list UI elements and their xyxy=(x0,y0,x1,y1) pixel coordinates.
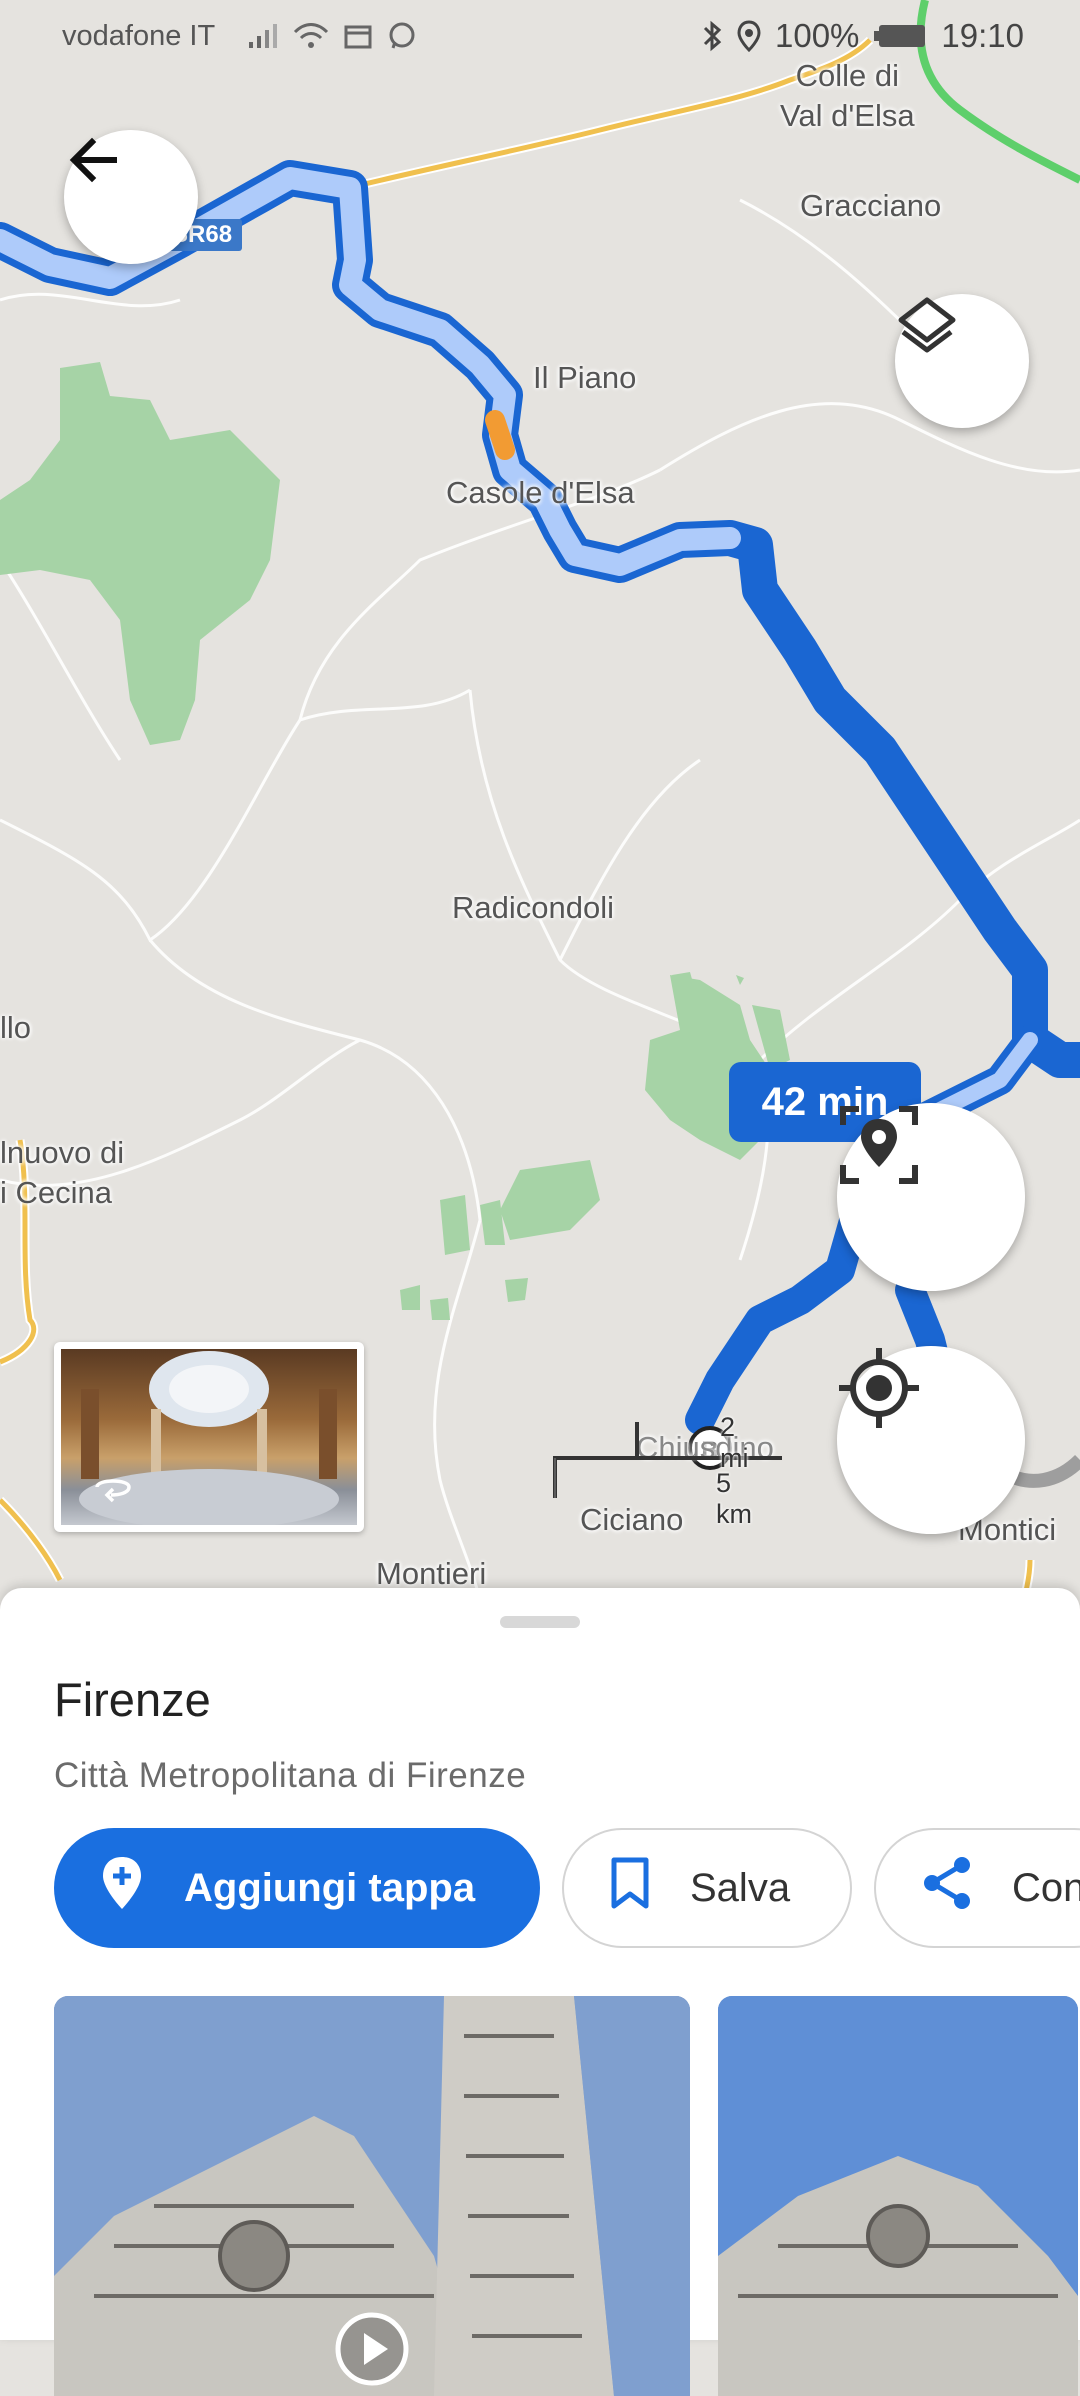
signal-icon xyxy=(247,22,279,50)
place-ciciano: Ciciano xyxy=(580,1502,684,1537)
place-bottom-sheet[interactable]: Firenze Città Metropolitana di Firenze A… xyxy=(0,1588,1080,2396)
place-castelnuovo-di-cecina: lnuovo di i Cecina xyxy=(0,1135,125,1210)
map-view[interactable]: B SR68 Colle di Val d'Elsa Gracciano Il … xyxy=(0,0,1080,1600)
wifi-icon xyxy=(293,22,329,50)
calendar-icon xyxy=(343,22,373,50)
place-montieri: Montieri xyxy=(376,1556,487,1591)
place-llo: llo xyxy=(0,1010,32,1045)
whatsapp-icon xyxy=(387,21,417,51)
location-icon xyxy=(737,20,761,52)
scale-km: 5 km xyxy=(716,1468,752,1529)
bookmark-icon xyxy=(610,1856,650,1920)
photo-carousel[interactable] xyxy=(54,1996,1078,2396)
status-bar: vodafone IT 100% 19:10 xyxy=(0,0,1080,72)
photo-duomo[interactable] xyxy=(718,1996,1078,2396)
drag-handle[interactable] xyxy=(500,1616,580,1628)
add-stop-label: Aggiungi tappa xyxy=(184,1865,476,1910)
battery-percentage: 100% xyxy=(775,17,860,54)
street-view-image xyxy=(61,1349,357,1525)
layers-button[interactable] xyxy=(895,294,1029,428)
share-label: Con xyxy=(1012,1865,1080,1910)
save-label: Salva xyxy=(690,1865,791,1910)
street-view-thumbnail[interactable] xyxy=(54,1342,364,1532)
place-subtitle: Città Metropolitana di Firenze xyxy=(54,1756,527,1795)
carrier-name: vodafone IT xyxy=(62,19,216,52)
save-button[interactable]: Salva xyxy=(562,1828,852,1948)
back-button[interactable] xyxy=(64,130,198,264)
place-radicondoli: Radicondoli xyxy=(452,890,614,925)
clock-time: 19:10 xyxy=(941,17,1024,54)
focus-place-button[interactable] xyxy=(837,1103,1025,1291)
my-location-button[interactable] xyxy=(837,1346,1025,1534)
place-gracciano: Gracciano xyxy=(800,188,942,223)
play-icon[interactable] xyxy=(334,2311,410,2392)
add-location-icon xyxy=(100,1855,144,1921)
add-stop-button[interactable]: Aggiungi tappa xyxy=(54,1828,540,1948)
share-icon xyxy=(922,1855,972,1921)
place-title: Firenze xyxy=(54,1673,211,1726)
battery-icon xyxy=(873,22,927,50)
photo-duomo-video[interactable] xyxy=(54,1996,690,2396)
place-casole-d-elsa: Casole d'Elsa xyxy=(446,475,635,510)
action-buttons: Aggiungi tappa Salva Con xyxy=(54,1828,1080,1948)
bluetooth-icon xyxy=(701,20,723,52)
place-il-piano: Il Piano xyxy=(533,360,637,395)
scale-miles: 2 mi xyxy=(720,1412,749,1473)
share-button[interactable]: Con xyxy=(874,1828,1080,1948)
